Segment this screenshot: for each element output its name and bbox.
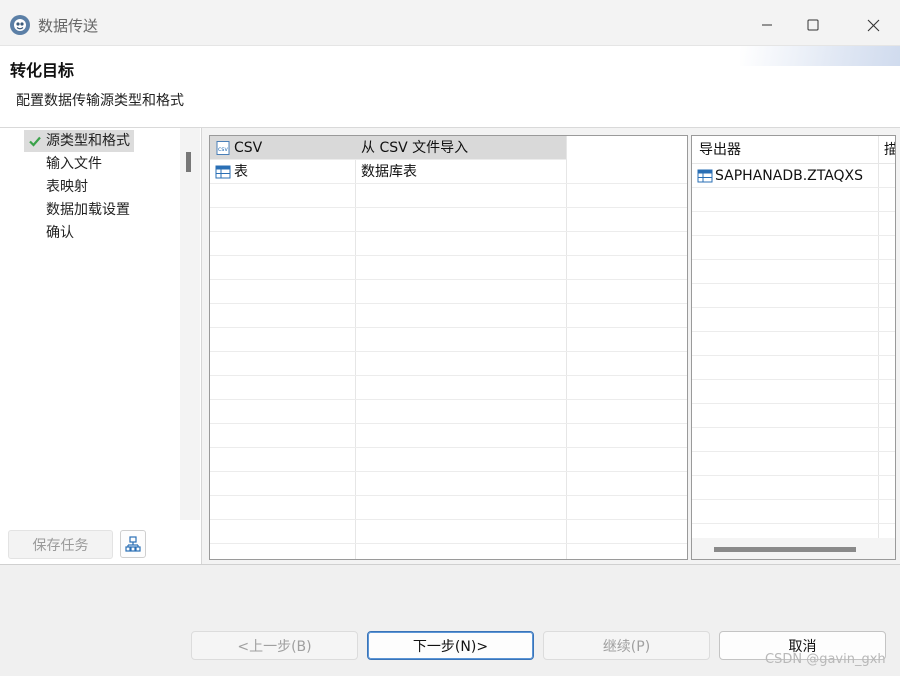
- step-item-source-type[interactable]: 源类型和格式: [24, 130, 134, 152]
- save-task-icon-button[interactable]: [120, 530, 146, 558]
- step-item-input-file[interactable]: 输入文件: [46, 153, 102, 175]
- table-row-empty: [210, 184, 687, 208]
- save-config-icon: [125, 536, 141, 552]
- table-row-empty: [210, 256, 687, 280]
- checkmark-icon: [29, 136, 41, 147]
- source-type-cell: CSV: [234, 140, 263, 156]
- table-row-empty: [692, 404, 895, 428]
- step-item-confirm[interactable]: 确认: [46, 222, 74, 244]
- table-row-empty: [692, 452, 895, 476]
- target-name-cell: SAPHANADB.ZTAQXS: [715, 168, 864, 184]
- column-header-exporter[interactable]: 导出器: [699, 138, 741, 162]
- csv-icon: csv: [216, 141, 230, 155]
- svg-text:csv: csv: [218, 146, 228, 153]
- column-header-description[interactable]: 描: [884, 138, 895, 162]
- step-item-load-settings[interactable]: 数据加载设置: [46, 199, 130, 221]
- next-button[interactable]: 下一步(N)>: [367, 631, 534, 660]
- table-row-empty: [210, 208, 687, 232]
- table-row-empty: [692, 308, 895, 332]
- app-logo-icon: [10, 15, 30, 35]
- window-title: 数据传送: [38, 17, 99, 35]
- source-type-cell: 表: [234, 164, 248, 180]
- source-desc-cell: 数据库表: [361, 164, 417, 180]
- table-row-empty: [210, 520, 687, 544]
- table-row-empty: [692, 332, 895, 356]
- table-row-empty: [210, 232, 687, 256]
- close-button[interactable]: [850, 6, 896, 44]
- step-item-table-mapping[interactable]: 表映射: [46, 176, 88, 198]
- dialog-window: 数据传送 转化目标 配置数据传输源类型和格式 源类型和格式 输入文件 表映射 数…: [0, 0, 900, 676]
- table-row-csv[interactable]: csv CSV 从 CSV 文件导入: [210, 136, 566, 160]
- previous-button[interactable]: <上一步(B): [191, 631, 358, 660]
- source-desc-cell: 从 CSV 文件导入: [361, 140, 469, 156]
- title-bar: 数据传送: [0, 0, 900, 46]
- minimize-button[interactable]: [744, 6, 790, 44]
- target-scrollbar-thumb[interactable]: [714, 547, 856, 552]
- page-title: 转化目标: [10, 61, 75, 80]
- table-row-empty: [210, 304, 687, 328]
- step-label: 输入文件: [46, 156, 102, 172]
- table-row-empty: [210, 496, 687, 520]
- wizard-footer: <上一步(B) 下一步(N)> 继续(P) 取消 CSDN @gavin_gxh: [0, 564, 900, 676]
- maximize-button[interactable]: [790, 6, 836, 44]
- step-label: 数据加载设置: [46, 202, 130, 218]
- table-row-empty: [692, 188, 895, 212]
- table-row-empty: [210, 352, 687, 376]
- table-row-empty: [692, 260, 895, 284]
- step-label: 表映射: [46, 179, 88, 195]
- table-row-empty: [692, 428, 895, 452]
- table-row-empty: [210, 376, 687, 400]
- table-icon: [697, 169, 713, 183]
- watermark: CSDN @gavin_gxh: [765, 652, 886, 667]
- table-row-empty: [210, 424, 687, 448]
- steps-scrollbar[interactable]: [180, 128, 200, 520]
- table-row-empty: [692, 500, 895, 524]
- table-icon: [215, 165, 231, 179]
- table-row-empty: [692, 356, 895, 380]
- table-row-empty: [692, 284, 895, 308]
- table-row-empty: [692, 212, 895, 236]
- table-row-empty: [210, 400, 687, 424]
- table-row-empty: [692, 476, 895, 500]
- target-table-header: 导出器 描: [692, 136, 895, 164]
- table-row-empty: [210, 280, 687, 304]
- steps-panel: 源类型和格式 输入文件 表映射 数据加载设置 确认 保存任务: [0, 128, 202, 564]
- step-label: 确认: [46, 225, 74, 241]
- steps-scrollbar-thumb[interactable]: [186, 152, 191, 172]
- page-description: 配置数据传输源类型和格式: [16, 93, 184, 109]
- table-row-empty: [210, 472, 687, 496]
- source-type-table[interactable]: csv CSV 从 CSV 文件导入 表 数据库表: [209, 135, 688, 560]
- target-table[interactable]: 导出器 描 SAPHANADB.ZTAQXS: [691, 135, 896, 560]
- header-decoration: [740, 46, 900, 66]
- table-row-empty: [210, 448, 687, 472]
- table-row-table[interactable]: 表 数据库表: [210, 160, 687, 184]
- save-task-button[interactable]: 保存任务: [8, 530, 113, 559]
- step-list: 源类型和格式 输入文件 表映射 数据加载设置 确认: [0, 128, 180, 520]
- table-row-empty: [692, 380, 895, 404]
- table-row-target[interactable]: SAPHANADB.ZTAQXS: [692, 164, 895, 188]
- table-row-empty: [210, 328, 687, 352]
- table-row-empty: [692, 236, 895, 260]
- wizard-header: 转化目标 配置数据传输源类型和格式: [0, 46, 900, 128]
- step-label: 源类型和格式: [46, 133, 130, 149]
- continue-button[interactable]: 继续(P): [543, 631, 710, 660]
- target-horizontal-scrollbar[interactable]: [692, 538, 895, 559]
